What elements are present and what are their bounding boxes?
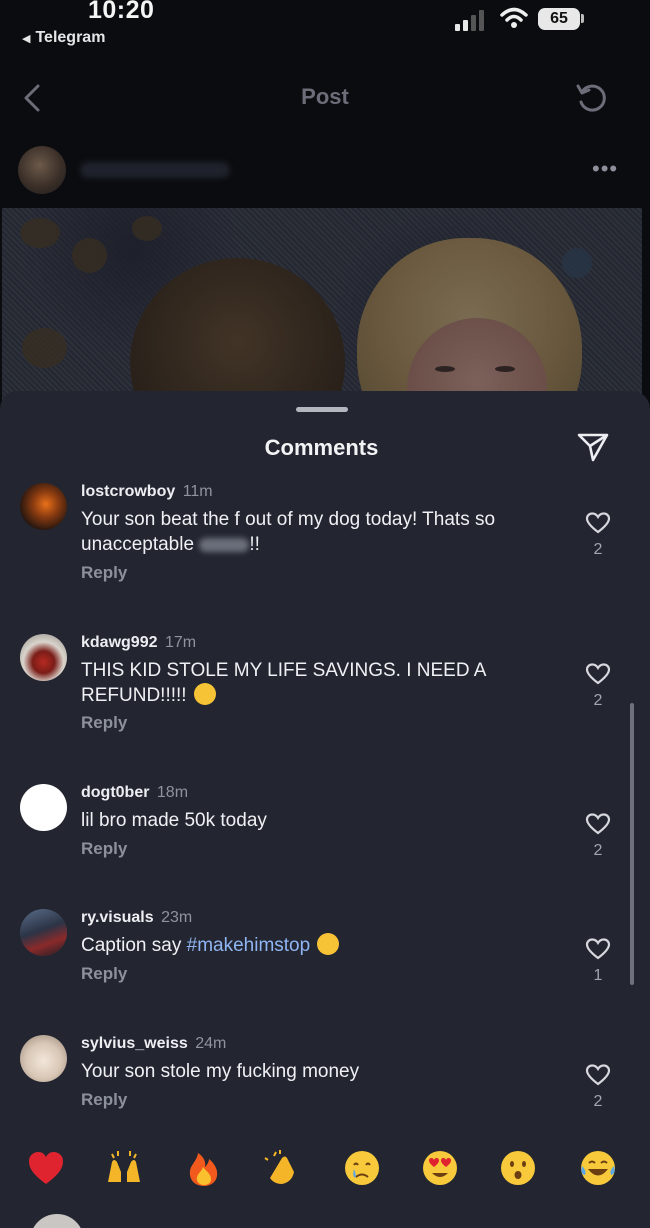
comment-header: lostcrowboy 11m bbox=[81, 483, 213, 501]
wifi-icon bbox=[500, 7, 528, 28]
comment-time: 24m bbox=[195, 1035, 227, 1052]
reply-button[interactable]: Reply bbox=[81, 563, 127, 583]
author-name-redacted bbox=[80, 162, 230, 178]
redacted-name bbox=[199, 537, 250, 552]
comment-text-part: !! bbox=[249, 534, 260, 555]
reply-button[interactable]: Reply bbox=[81, 964, 127, 984]
back-triangle-icon: ◀ bbox=[22, 32, 31, 45]
comment-text-part: THIS KID STOLE MY LIFE SAVINGS. I NEED A… bbox=[81, 660, 486, 706]
comment-text-part: Caption say bbox=[81, 935, 182, 956]
comments-title: Comments bbox=[264, 435, 379, 460]
laughing-tears-emoji[interactable] bbox=[578, 1148, 618, 1188]
comment-username[interactable]: sylvius_weiss bbox=[81, 1035, 188, 1052]
more-icon[interactable]: ••• bbox=[592, 156, 618, 182]
avatar[interactable] bbox=[20, 784, 67, 831]
comment-header: ry.visuals 23m bbox=[81, 909, 192, 927]
heart-icon[interactable] bbox=[585, 1063, 611, 1087]
comment-text: lil bro made 50k today bbox=[81, 810, 267, 831]
comment-username[interactable]: dogt0ber bbox=[81, 784, 149, 801]
reply-button[interactable]: Reply bbox=[81, 839, 127, 859]
send-icon[interactable] bbox=[576, 431, 610, 463]
crying-emoji[interactable] bbox=[342, 1148, 382, 1188]
clapping-emoji[interactable] bbox=[262, 1148, 302, 1188]
comment-header: sylvius_weiss 24m bbox=[81, 1035, 226, 1053]
sheet-grabber[interactable] bbox=[296, 407, 348, 412]
heart-icon[interactable] bbox=[585, 937, 611, 961]
emoji-quick-bar bbox=[0, 1148, 650, 1198]
comment-text-part: Your son beat the f out of my dog today!… bbox=[81, 509, 496, 555]
heart-icon[interactable] bbox=[585, 662, 611, 686]
comment-username[interactable]: lostcrowboy bbox=[81, 483, 175, 500]
fire-emoji[interactable] bbox=[184, 1148, 224, 1188]
like-count: 2 bbox=[593, 692, 603, 709]
avatar[interactable] bbox=[20, 483, 67, 530]
status-time: 10:20 bbox=[88, 0, 155, 24]
comment-time: 18m bbox=[156, 784, 189, 801]
comments-sheet: Comments lostcrowboy 11m Your son beat t… bbox=[0, 391, 650, 1228]
like-count: 1 bbox=[593, 967, 603, 984]
status-bar: 10:20 ◀ Telegram 65 bbox=[0, 0, 650, 52]
surprised-emoji[interactable] bbox=[498, 1148, 538, 1188]
comment-time: 11m bbox=[182, 483, 213, 500]
comment-username[interactable]: kdawg992 bbox=[81, 634, 157, 651]
heart-icon[interactable] bbox=[585, 812, 611, 836]
avatar[interactable] bbox=[20, 1035, 67, 1082]
reply-button[interactable]: Reply bbox=[81, 713, 127, 733]
raised-hands-emoji[interactable] bbox=[104, 1148, 144, 1188]
battery-nub bbox=[581, 14, 584, 23]
heart-eyes-emoji[interactable] bbox=[420, 1148, 460, 1188]
nav-header: Post bbox=[0, 60, 650, 140]
author-avatar[interactable] bbox=[18, 146, 66, 194]
post-author-row: ••• bbox=[0, 140, 650, 205]
refresh-icon[interactable] bbox=[572, 78, 612, 118]
heart-emoji[interactable] bbox=[26, 1148, 66, 1188]
scrollbar[interactable] bbox=[630, 703, 634, 985]
heart-icon[interactable] bbox=[585, 511, 611, 535]
like-count: 2 bbox=[593, 541, 603, 558]
post-image bbox=[2, 208, 642, 408]
back-to-app-link[interactable]: ◀ Telegram bbox=[22, 29, 105, 47]
comment-username[interactable]: ry.visuals bbox=[81, 909, 154, 926]
like-count: 2 bbox=[593, 842, 603, 859]
signal-icon bbox=[455, 10, 484, 31]
comment-text: Your son stole my fucking money bbox=[81, 1061, 360, 1082]
like-count: 2 bbox=[593, 1093, 603, 1110]
face-with-steam-emoji bbox=[193, 683, 216, 705]
crying-laughing-emoji bbox=[317, 933, 340, 955]
avatar[interactable] bbox=[20, 909, 67, 956]
comment-text: THIS KID STOLE MY LIFE SAVINGS. I NEED A… bbox=[81, 658, 571, 708]
comment-header: kdawg992 17m bbox=[81, 634, 196, 652]
comment-time: 23m bbox=[161, 909, 193, 926]
comment-text: Caption say #makehimstop bbox=[81, 933, 571, 958]
comment-header: dogt0ber 18m bbox=[81, 784, 188, 802]
comment-text: Your son beat the f out of my dog today!… bbox=[81, 507, 571, 557]
page-title: Post bbox=[301, 84, 349, 109]
comment-time: 17m bbox=[164, 634, 197, 651]
battery-indicator: 65 bbox=[538, 8, 580, 30]
back-app-label: Telegram bbox=[35, 29, 106, 46]
reply-button[interactable]: Reply bbox=[81, 1090, 127, 1110]
hashtag-link[interactable]: #makehimstop bbox=[187, 935, 311, 956]
image-dim-overlay bbox=[2, 208, 642, 408]
avatar[interactable] bbox=[20, 634, 67, 681]
